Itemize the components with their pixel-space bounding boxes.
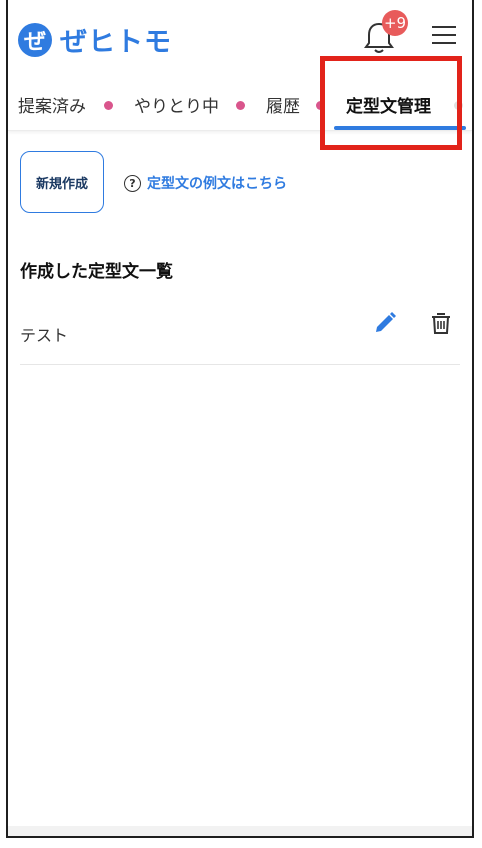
new-template-button[interactable]: 新規作成 (20, 151, 104, 213)
logo-mark: ぜ (18, 22, 52, 57)
highlight-box (320, 56, 462, 150)
tab-dot (236, 101, 245, 110)
hamburger-menu-icon[interactable] (432, 26, 456, 46)
help-link-label: 定型文の例文はこちら (147, 176, 287, 192)
template-name: テスト (20, 326, 69, 345)
template-list-title: 作成した定型文一覧 (20, 262, 173, 282)
bottom-bar (8, 826, 472, 836)
template-examples-link[interactable]: ? 定型文の例文はこちら (124, 173, 287, 193)
pencil-icon[interactable] (372, 310, 398, 336)
trash-icon[interactable] (428, 310, 454, 336)
tab-in-progress[interactable]: やりとり中 (134, 92, 219, 117)
logo-text: ぜヒトモ (60, 27, 172, 58)
tab-dot (104, 101, 113, 110)
tab-history[interactable]: 履歴 (266, 92, 300, 117)
tab-proposed[interactable]: 提案済み (18, 92, 86, 117)
notification-badge: +9 (382, 10, 408, 36)
logo[interactable]: ぜ ぜヒトモ (18, 20, 172, 59)
app-frame: ぜ ぜヒトモ +9 提案済み やりとり中 履歴 定型文管理 新規作成 ? 定型文… (6, 0, 474, 838)
question-circle-icon: ? (124, 174, 141, 192)
list-item: テスト (20, 306, 460, 365)
